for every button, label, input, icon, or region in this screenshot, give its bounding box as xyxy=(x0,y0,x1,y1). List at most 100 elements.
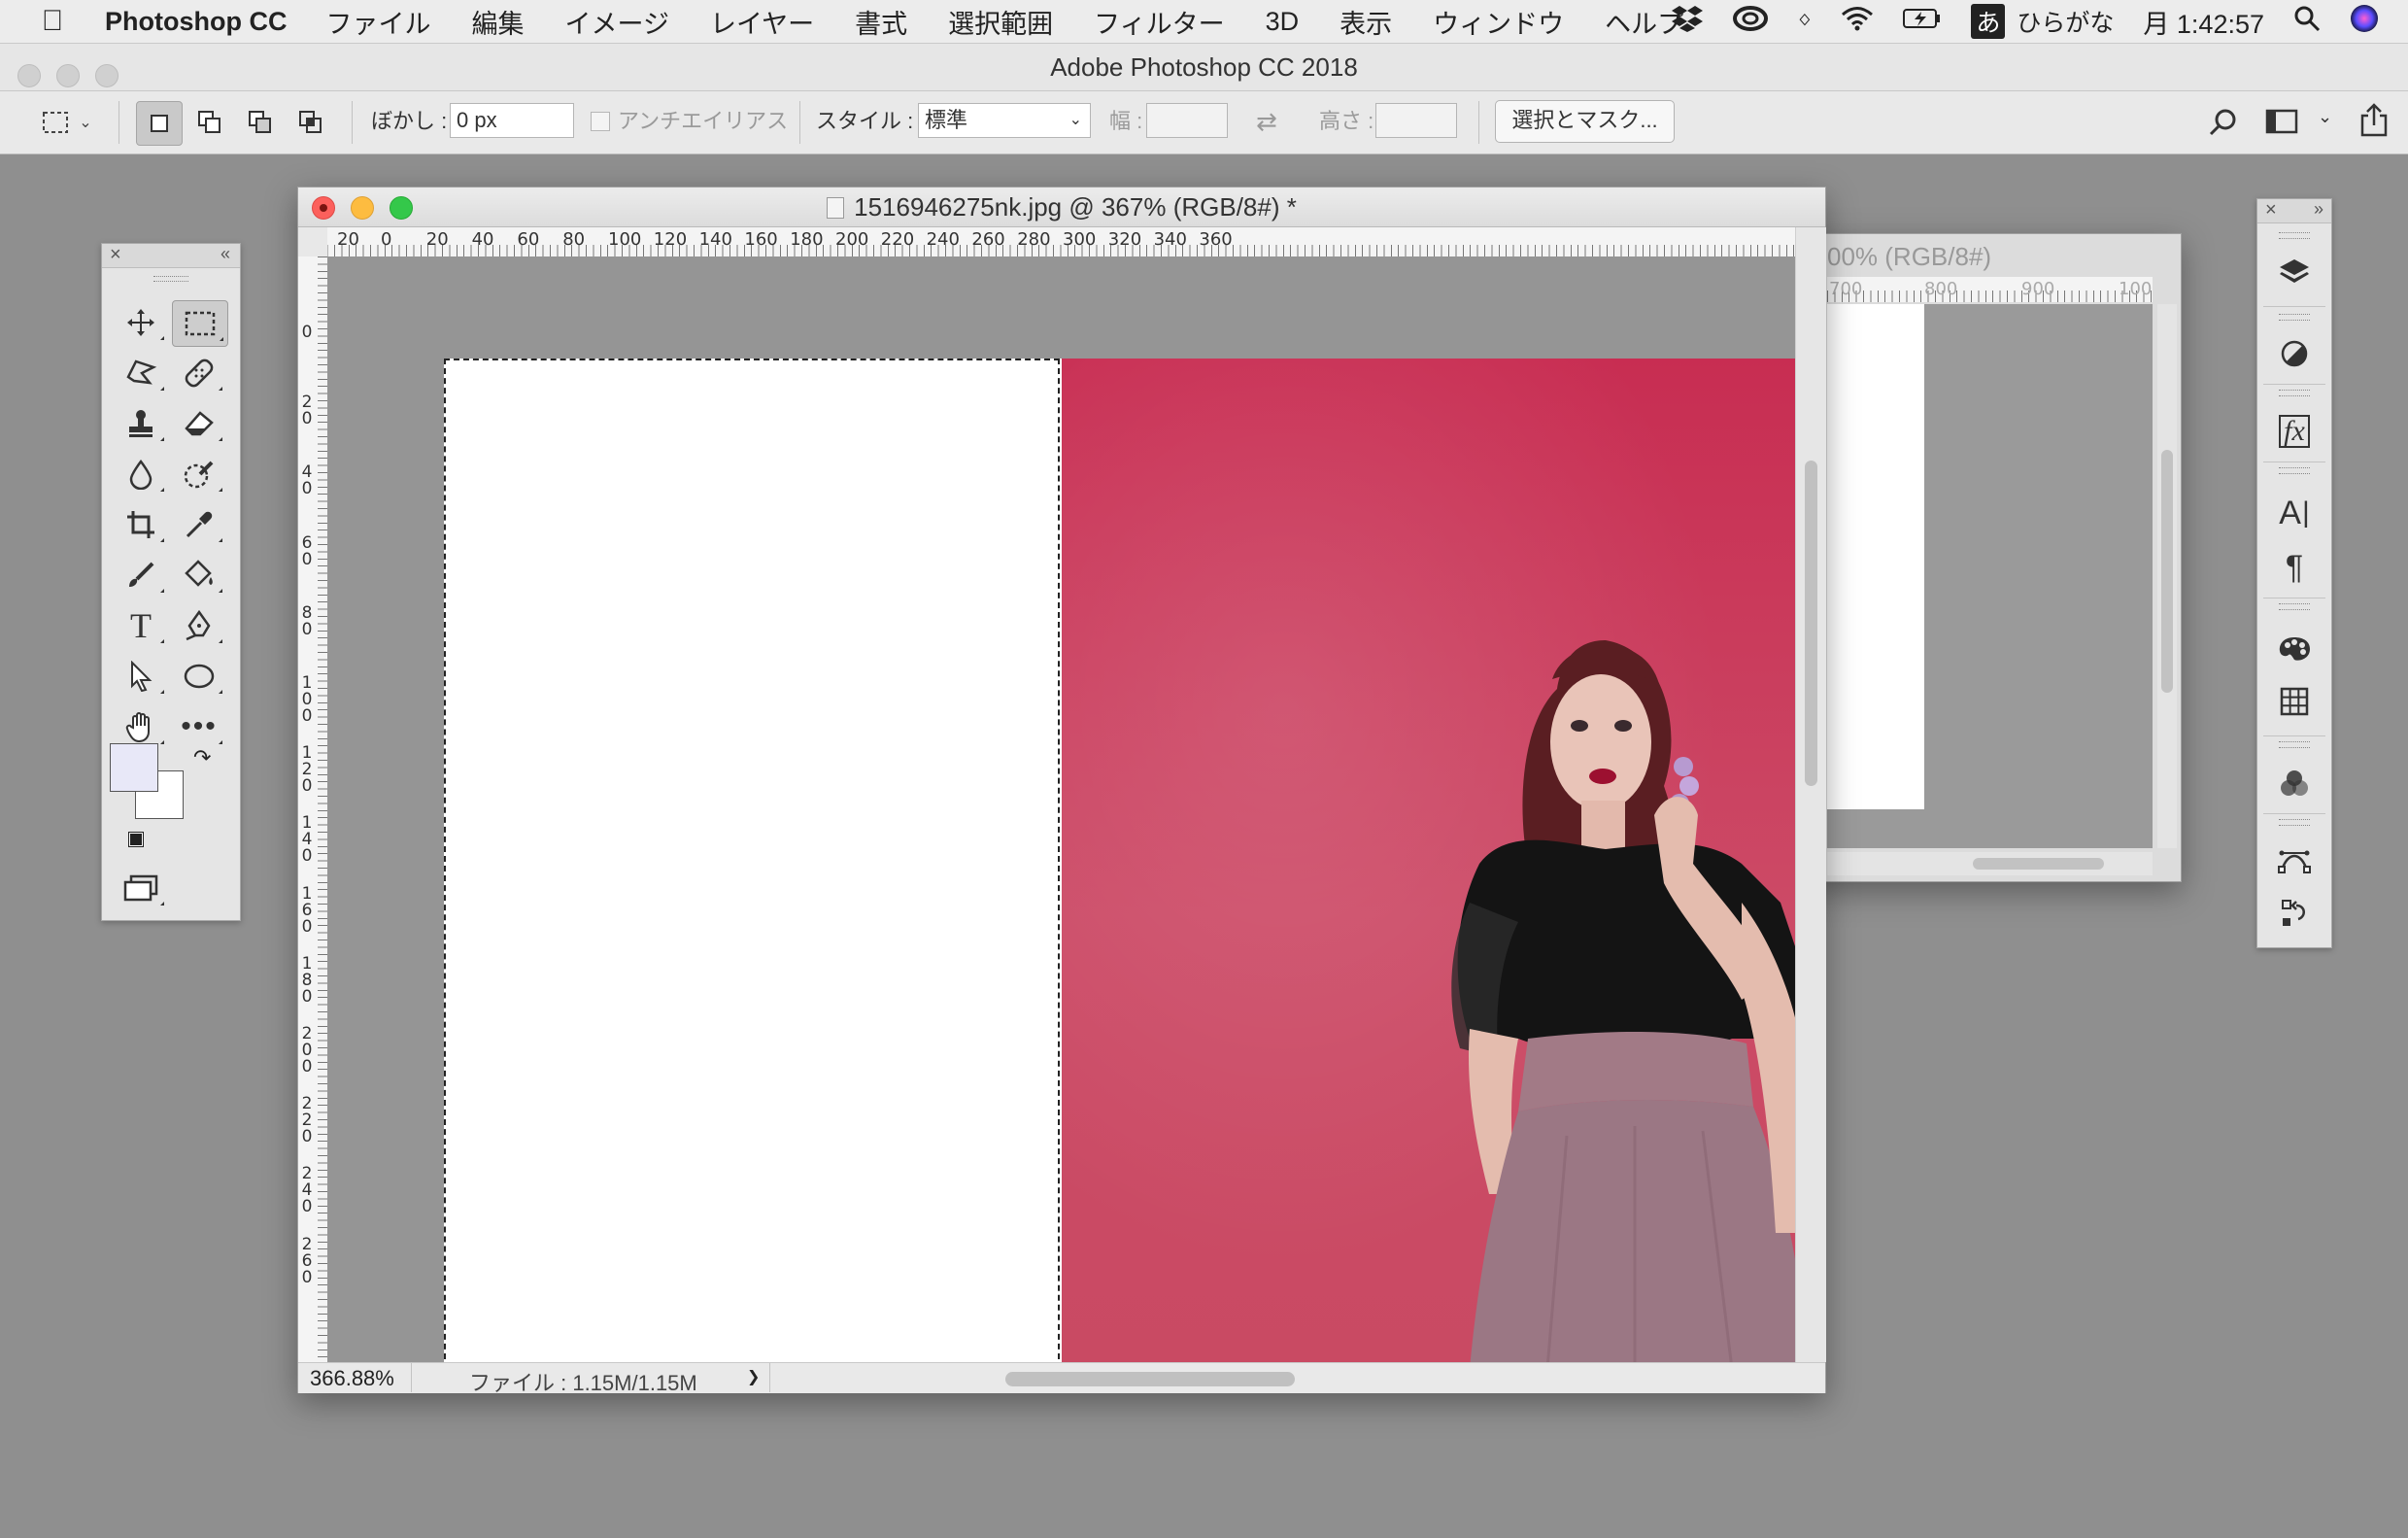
width-input[interactable] xyxy=(1146,103,1228,138)
eyedropper-icon[interactable] xyxy=(172,502,226,547)
ruler-origin[interactable] xyxy=(298,227,327,256)
new-selection-button[interactable] xyxy=(136,101,183,146)
bluetooth-icon[interactable]: ᛜ xyxy=(1797,8,1812,36)
character-icon[interactable]: A | xyxy=(2257,489,2331,537)
panel-grip[interactable] xyxy=(153,276,188,282)
menu-3d[interactable]: 3D xyxy=(1266,7,1300,37)
panel-grip[interactable] xyxy=(2279,603,2310,610)
status-menu-arrow-icon[interactable]: ❯ xyxy=(747,1367,760,1386)
menu-file[interactable]: ファイル xyxy=(325,3,430,41)
back-horizontal-scrollbar[interactable] xyxy=(1827,852,2153,875)
panel-grip[interactable] xyxy=(2279,314,2310,321)
screen-mode-icon[interactable] xyxy=(114,866,168,910)
vertical-scrollbar[interactable] xyxy=(1795,227,1826,1362)
intersect-selection-button[interactable] xyxy=(288,101,333,144)
swatches-icon[interactable] xyxy=(2257,625,2331,673)
marquee-icon[interactable] xyxy=(172,300,228,347)
expand-icon[interactable]: » xyxy=(2314,199,2323,220)
collapse-icon[interactable]: « xyxy=(220,244,230,264)
move-icon[interactable] xyxy=(114,300,168,345)
height-input[interactable] xyxy=(1375,103,1457,138)
stamp-icon[interactable] xyxy=(114,401,168,446)
clock[interactable]: 月 1:42:57 xyxy=(2143,3,2264,41)
back-document-canvas[interactable] xyxy=(1827,304,2153,848)
add-selection-button[interactable] xyxy=(187,101,232,144)
paragraph-icon[interactable]: ¶ xyxy=(2257,543,2331,592)
dropbox-icon[interactable] xyxy=(1671,5,1704,39)
path-select-icon[interactable] xyxy=(114,654,168,699)
swap-dimensions-icon[interactable]: ⇄ xyxy=(1256,107,1277,137)
panel-grip[interactable] xyxy=(2279,232,2310,239)
tool-preset-picker[interactable]: ⌄ xyxy=(33,101,101,144)
ime-icon[interactable]: あ xyxy=(1971,4,2006,39)
menu-view[interactable]: 表示 xyxy=(1340,3,1392,41)
divider xyxy=(2263,813,2325,814)
search-icon[interactable] xyxy=(2208,107,2239,144)
siri-icon[interactable] xyxy=(2350,4,2379,40)
apple-icon[interactable]:  xyxy=(0,5,105,38)
style-select[interactable]: 標準 ⌄ xyxy=(918,103,1091,138)
panel-grip[interactable] xyxy=(2279,741,2310,748)
ime-label[interactable]: ひらがな xyxy=(2017,4,2114,39)
menu-window[interactable]: ウィンドウ xyxy=(1433,3,1564,41)
share-icon[interactable] xyxy=(2358,102,2390,143)
chevron-down-icon[interactable]: ⌄ xyxy=(2318,107,2332,127)
close-icon[interactable]: × xyxy=(2265,199,2277,222)
feather-input[interactable]: 0 px xyxy=(450,103,574,138)
battery-icon[interactable] xyxy=(1903,8,1942,36)
menu-layer[interactable]: レイヤー xyxy=(710,3,814,41)
menu-image[interactable]: イメージ xyxy=(564,3,668,41)
layers-icon[interactable] xyxy=(2257,248,2331,296)
paths-icon[interactable] xyxy=(2257,837,2331,885)
eraser-icon[interactable] xyxy=(172,401,226,446)
horizontal-scroll-thumb[interactable] xyxy=(1005,1372,1295,1386)
antialias-checkbox[interactable] xyxy=(591,112,610,131)
menu-app-name[interactable]: Photoshop CC xyxy=(105,7,287,37)
styles-icon[interactable]: fx xyxy=(2257,407,2331,456)
crop-icon[interactable] xyxy=(114,502,168,547)
paint-bucket-icon[interactable] xyxy=(172,553,226,598)
selection-marquee[interactable] xyxy=(444,359,1060,1362)
swap-colors-icon[interactable]: ↷ xyxy=(193,745,211,770)
panel-grip[interactable] xyxy=(2279,819,2310,826)
menu-edit[interactable]: 編集 xyxy=(471,3,524,41)
zoom-level[interactable]: 366.88% xyxy=(310,1366,394,1391)
history-icon[interactable] xyxy=(2257,889,2331,938)
back-vertical-scrollbar[interactable] xyxy=(2157,304,2177,848)
panel-grip[interactable] xyxy=(2279,467,2310,474)
foreground-color-swatch[interactable] xyxy=(110,743,158,792)
more-icon[interactable]: ••• xyxy=(172,704,226,749)
type-icon[interactable]: T xyxy=(114,603,168,648)
grid-icon[interactable] xyxy=(2257,677,2331,726)
select-and-mask-button[interactable]: 選択とマスク... xyxy=(1495,100,1675,143)
vertical-ruler[interactable]: 0 20 40 60 80 100 120 140 160 180 200 220 240 260 xyxy=(298,256,327,1362)
healing-icon[interactable] xyxy=(172,351,226,395)
scroll-thumb[interactable] xyxy=(2161,450,2173,693)
menu-type[interactable]: 書式 xyxy=(855,3,907,41)
close-icon[interactable]: × xyxy=(110,244,121,266)
lasso-icon[interactable] xyxy=(114,351,168,395)
brush-icon[interactable] xyxy=(114,553,168,598)
workspace-icon[interactable] xyxy=(2265,108,2298,141)
subtract-selection-button[interactable] xyxy=(238,101,283,144)
default-colors-icon[interactable] xyxy=(128,832,144,847)
document-canvas[interactable] xyxy=(327,256,1795,1362)
horizontal-ruler[interactable]: 20 0 20 40 60 80 100 120 140 160 180 200 220 240 260 28… xyxy=(298,227,1795,256)
scroll-thumb[interactable] xyxy=(1973,858,2104,870)
menu-select[interactable]: 選択範囲 xyxy=(948,3,1053,41)
panel-grip[interactable] xyxy=(2279,390,2310,396)
document-window[interactable]: 1516946275nk.jpg @ 367% (RGB/8#) * 20 0 20… xyxy=(297,187,1826,1395)
menu-filter[interactable]: フィルター xyxy=(1094,3,1224,41)
channels-icon[interactable] xyxy=(2257,759,2331,807)
scroll-thumb[interactable] xyxy=(1805,461,1817,786)
pen-icon[interactable] xyxy=(172,603,226,648)
creative-cloud-icon[interactable] xyxy=(1733,5,1769,38)
back-document-window[interactable]: 00% (RGB/8#) 700 800 900 100 xyxy=(1807,233,2182,882)
spotlight-icon[interactable] xyxy=(2293,5,2321,39)
quick-select-icon[interactable] xyxy=(172,452,226,496)
ellipse-icon[interactable] xyxy=(172,654,226,699)
document-title-bar[interactable]: 1516946275nk.jpg @ 367% (RGB/8#) * xyxy=(298,188,1825,227)
wifi-icon[interactable] xyxy=(1841,6,1874,38)
adjustments-icon[interactable] xyxy=(2257,329,2331,378)
blur-icon[interactable] xyxy=(114,452,168,496)
